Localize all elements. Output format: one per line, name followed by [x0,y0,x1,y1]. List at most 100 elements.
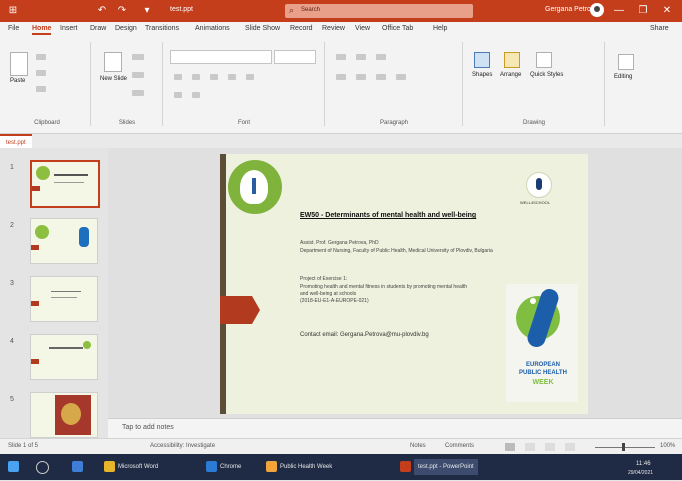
shapes-icon[interactable] [474,52,490,68]
close-button[interactable]: ✕ [660,4,674,18]
arrange-icon[interactable] [504,52,520,68]
tab-draw[interactable]: Draw [90,25,106,32]
cut-icon[interactable] [36,54,46,60]
slide-thumbnail-4[interactable] [30,334,98,380]
save-icon[interactable]: ⊞ [6,4,20,18]
tab-review[interactable]: Review [322,25,345,32]
slide-thumbnail-1[interactable] [30,160,100,208]
bold-icon[interactable] [174,74,182,80]
shadow-icon[interactable] [246,74,254,80]
slide-thumbnail-2[interactable] [30,218,98,264]
author-line: Assist. Prof. Gergana Petrova, PhD [300,240,379,246]
tab-help[interactable]: Help [433,25,447,32]
tab-slide-show[interactable]: Slide Show [245,25,280,32]
arrange-label: Arrange [500,72,522,78]
layout-icon[interactable] [132,54,144,60]
shapes-label: Shapes [472,72,493,78]
document-tab-bar: test.ppt [0,134,682,150]
project-line: Promoting health and mental fitness in s… [300,284,468,290]
reading-view-icon[interactable] [545,443,555,451]
highlight-icon[interactable] [192,92,200,98]
tab-animations[interactable]: Animations [195,25,230,32]
qat-dropdown-icon[interactable]: ▾ [140,4,154,18]
undo-icon[interactable]: ↶ [95,4,109,18]
font-color-icon[interactable] [174,92,182,98]
bullets-icon[interactable] [336,54,346,60]
slide-thumbnail-3[interactable] [30,276,98,322]
maximize-button[interactable]: ❐ [636,4,650,18]
justify-icon[interactable] [396,74,406,80]
normal-view-icon[interactable] [505,443,515,451]
section-icon[interactable] [132,90,144,96]
slide-number: 5 [10,396,14,403]
author-department: Department of Nursing, Faculty of Public… [300,248,493,254]
quick-styles-icon[interactable] [536,52,552,68]
tab-view[interactable]: View [355,25,370,32]
slide-number: 3 [10,280,14,287]
zoom-level[interactable]: 100% [660,443,675,449]
notes-button[interactable]: Notes [410,443,426,449]
slide-sorter-icon[interactable] [525,443,535,451]
avatar[interactable] [590,3,604,17]
paste-icon[interactable] [10,52,28,76]
accessibility-status[interactable]: Accessibility: Investigate [150,443,215,449]
underline-icon[interactable] [210,74,218,80]
file-explorer-icon[interactable] [104,461,115,472]
share-button[interactable]: Share [650,25,669,32]
tab-record[interactable]: Record [290,25,313,32]
zoom-slider[interactable] [595,447,655,448]
align-right-icon[interactable] [376,74,386,80]
title-bar: ⊞ ↶ ↷ ▾ test.ppt ⌕ Search Gergana Petrov… [0,0,682,22]
tab-insert[interactable]: Insert [60,25,78,32]
align-center-icon[interactable] [356,74,366,80]
main-slide[interactable]: EW50 - Determinants of mental health and… [220,154,588,414]
search-placeholder: Search [301,7,321,13]
group-label-slides: Slides [118,120,136,126]
font-name-select[interactable] [170,50,272,64]
taskbar-item-chrome[interactable]: Chrome [220,459,241,475]
format-painter-icon[interactable] [36,86,46,92]
strikethrough-icon[interactable] [228,74,236,80]
tab-home[interactable]: Home [32,25,52,35]
tab-office-tab[interactable]: Office Tab [382,25,413,32]
find-icon[interactable] [618,54,634,70]
reset-icon[interactable] [132,72,144,78]
slide-title: EW50 - Determinants of mental health and… [300,212,477,219]
align-left-icon[interactable] [336,74,346,80]
comments-button[interactable]: Comments [445,443,474,449]
taskbar-item-public-health-week[interactable]: Public Health Week [280,459,332,475]
zoom-slider-handle[interactable] [622,443,625,451]
group-drawing: Shapes Arrange Quick Styles Drawing [464,42,605,126]
powerpoint-icon[interactable] [400,461,411,472]
tab-file[interactable]: File [8,25,19,32]
indent-icon[interactable] [376,54,386,60]
new-slide-icon[interactable] [104,52,122,72]
taskbar: Microsoft Word Chrome Public Health Week… [0,454,682,480]
project-line: (2018-EU-E1-A-EUROPE-021) [300,298,369,304]
status-bar: Slide 1 of 5 Accessibility: Investigate … [0,438,682,455]
search-box[interactable]: ⌕ Search [285,4,473,18]
search-icon[interactable] [36,461,49,474]
numbering-icon[interactable] [356,54,366,60]
chrome-icon[interactable] [206,461,217,472]
minimize-button[interactable]: — [612,4,626,18]
logo-text: WELL4SCHOOL [520,200,551,205]
redo-icon[interactable]: ↷ [115,4,129,18]
search-icon: ⌕ [289,5,295,15]
app-icon[interactable] [266,461,277,472]
italic-icon[interactable] [192,74,200,80]
tab-design[interactable]: Design [115,25,137,32]
windows-start-icon[interactable] [8,461,19,472]
clock-date[interactable]: 29/04/2021 [628,465,653,481]
notes-pane[interactable]: Tap to add notes [108,418,682,439]
copy-icon[interactable] [36,70,46,76]
slideshow-icon[interactable] [565,443,575,451]
slide-thumbnail-5[interactable] [30,392,98,438]
taskbar-item-word[interactable]: Microsoft Word [118,459,158,475]
edge-icon[interactable] [72,461,83,472]
font-size-select[interactable] [274,50,316,64]
tab-transitions[interactable]: Transitions [145,25,179,32]
editing-label: Editing [614,74,633,80]
taskbar-item-powerpoint[interactable]: test.ppt - PowerPoint [414,459,478,475]
notes-placeholder: Tap to add notes [122,424,174,431]
